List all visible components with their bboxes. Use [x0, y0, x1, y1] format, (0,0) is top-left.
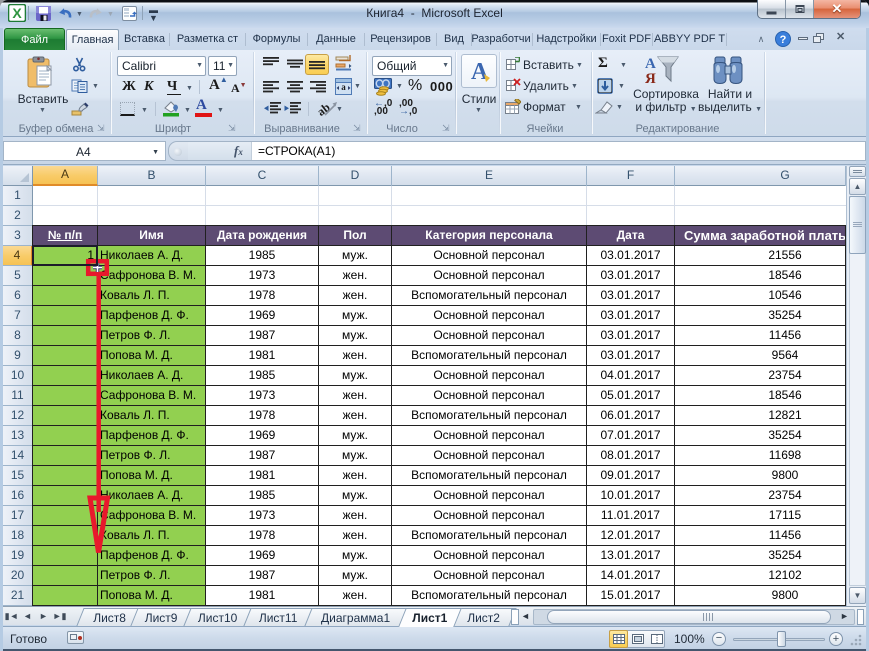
- svg-text:А: А: [645, 56, 656, 72]
- svg-text:?: ?: [780, 34, 787, 46]
- svg-text:a: a: [341, 82, 346, 92]
- svg-text:Я: Я: [645, 71, 656, 86]
- svg-text:X: X: [12, 5, 22, 21]
